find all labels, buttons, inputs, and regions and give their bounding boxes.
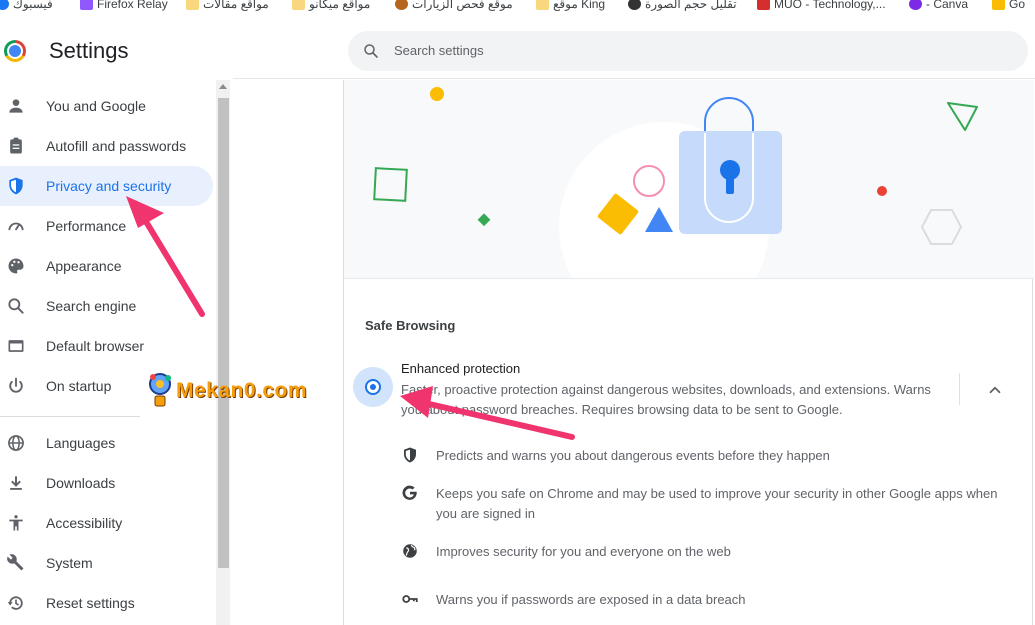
watermark-logo: Mekan0.com bbox=[140, 362, 330, 422]
green-triangle-outline bbox=[947, 102, 978, 131]
sidebar-item-performance[interactable]: Performance bbox=[0, 206, 213, 246]
watermark-text: Mekan0.com bbox=[176, 379, 308, 402]
settings-header: Settings Search settings bbox=[0, 14, 1035, 80]
speedometer-icon bbox=[8, 222, 24, 231]
grey-hexagon bbox=[920, 209, 963, 245]
firefox-relay-icon bbox=[80, 0, 93, 10]
folder-icon bbox=[292, 0, 305, 10]
sidebar-item-search-engine[interactable]: Search engine bbox=[0, 286, 213, 326]
sidebar-item-accessibility[interactable]: Accessibility bbox=[0, 503, 213, 543]
option-divider bbox=[959, 373, 960, 405]
blue-triangle bbox=[645, 207, 673, 232]
section-title-safe-browsing: Safe Browsing bbox=[365, 318, 456, 333]
security-illustration bbox=[373, 87, 978, 245]
history-icon bbox=[7, 596, 23, 610]
sidebar: You and Google Autofill and passwords Pr… bbox=[0, 80, 232, 625]
bookmark-facebook[interactable]: فيسبوك bbox=[0, 0, 53, 11]
bookmark-google-ads[interactable]: Go bbox=[992, 0, 1025, 11]
wrench-icon bbox=[7, 554, 24, 571]
sidebar-item-you-and-google[interactable]: You and Google bbox=[0, 86, 213, 126]
bookmark-visits-checker[interactable]: موقع فحص الزيارات bbox=[395, 0, 513, 11]
lock-shackle bbox=[704, 97, 754, 132]
privacy-banner-illustration bbox=[344, 80, 1034, 278]
sidebar-item-reset-settings[interactable]: Reset settings bbox=[0, 583, 213, 623]
bookmark-canva[interactable]: - Canva bbox=[909, 0, 968, 11]
google-g-icon bbox=[402, 485, 417, 500]
chevron-up-icon[interactable] bbox=[986, 381, 1004, 399]
sidebar-item-system[interactable]: System bbox=[0, 543, 213, 583]
bookmark-firefox-relay[interactable]: Firefox Relay bbox=[80, 0, 168, 11]
canva-icon bbox=[909, 0, 922, 10]
sidebar-item-downloads[interactable]: Downloads bbox=[0, 463, 213, 503]
radio-selected-dot bbox=[370, 384, 376, 390]
sidebar-item-privacy-and-security[interactable]: Privacy and security bbox=[0, 166, 213, 206]
bookmark-mekano-folder[interactable]: مواقع ميكانو bbox=[292, 0, 370, 11]
globe-icon bbox=[8, 435, 24, 451]
chrome-logo-icon bbox=[4, 40, 26, 62]
green-diamond bbox=[477, 213, 491, 227]
sidebar-item-default-browser[interactable]: Default browser bbox=[0, 326, 213, 366]
google-ads-icon bbox=[992, 0, 1005, 10]
key-icon bbox=[402, 595, 418, 603]
scroll-up-arrow-icon[interactable] bbox=[219, 84, 227, 89]
yellow-dot bbox=[430, 87, 444, 101]
sidebar-divider bbox=[0, 416, 140, 417]
download-icon bbox=[10, 476, 22, 490]
clipboard-icon bbox=[10, 137, 22, 154]
shield-icon bbox=[9, 177, 23, 195]
globe-icon bbox=[403, 544, 417, 558]
enhanced-protection-radio[interactable] bbox=[353, 367, 393, 407]
scrollbar-thumb[interactable] bbox=[218, 98, 229, 568]
page-title: Settings bbox=[49, 38, 129, 63]
folder-icon bbox=[186, 0, 199, 10]
accessibility-icon bbox=[9, 515, 23, 531]
gear-bulb-icon bbox=[149, 373, 171, 407]
sidebar-item-autofill[interactable]: Autofill and passwords bbox=[0, 126, 213, 166]
search-icon bbox=[364, 44, 378, 58]
sidebar-item-appearance[interactable]: Appearance bbox=[0, 246, 213, 286]
keyhole-stem bbox=[726, 174, 734, 194]
bookmark-articles-folder[interactable]: مواقع مقالات bbox=[186, 0, 269, 11]
bookmark-muo[interactable]: MUO - Technology,... bbox=[757, 0, 886, 11]
search-input[interactable]: Search settings bbox=[348, 31, 1028, 71]
bookmark-image-resize[interactable]: تقليل حجم الصورة bbox=[628, 0, 737, 11]
safe-browsing-card: Safe Browsing Enhanced protection Faster… bbox=[343, 80, 1034, 625]
person-icon bbox=[9, 99, 23, 113]
shield-outline-icon bbox=[404, 447, 416, 463]
banner-divider bbox=[344, 278, 1034, 279]
radio-outer-ring bbox=[365, 379, 381, 395]
bookmark-king-folder[interactable]: موقع King bbox=[536, 0, 605, 11]
facebook-icon bbox=[0, 0, 9, 10]
panda-icon bbox=[628, 0, 641, 10]
palette-icon bbox=[8, 258, 24, 274]
muo-icon bbox=[757, 0, 770, 10]
enhanced-protection-description: Faster, proactive protection against dan… bbox=[401, 382, 931, 417]
green-square bbox=[373, 167, 408, 202]
yellow-diamond bbox=[597, 193, 639, 235]
monkey-icon bbox=[395, 0, 408, 10]
folder-icon bbox=[536, 0, 549, 10]
power-icon bbox=[9, 377, 23, 393]
enhanced-protection-title[interactable]: Enhanced protection bbox=[401, 361, 520, 376]
header-divider bbox=[233, 78, 1035, 79]
sidebar-item-languages[interactable]: Languages bbox=[0, 423, 213, 463]
search-icon bbox=[8, 298, 24, 314]
settings-window: فيسبوك Firefox Relay مواقع مقالات مواقع … bbox=[0, 0, 1035, 625]
browser-window-icon bbox=[8, 340, 24, 352]
pink-circle bbox=[633, 165, 665, 197]
search-placeholder: Search settings bbox=[394, 43, 484, 58]
bookmarks-bar: فيسبوك Firefox Relay مواقع مقالات مواقع … bbox=[0, 0, 1035, 14]
red-dot bbox=[877, 186, 887, 196]
